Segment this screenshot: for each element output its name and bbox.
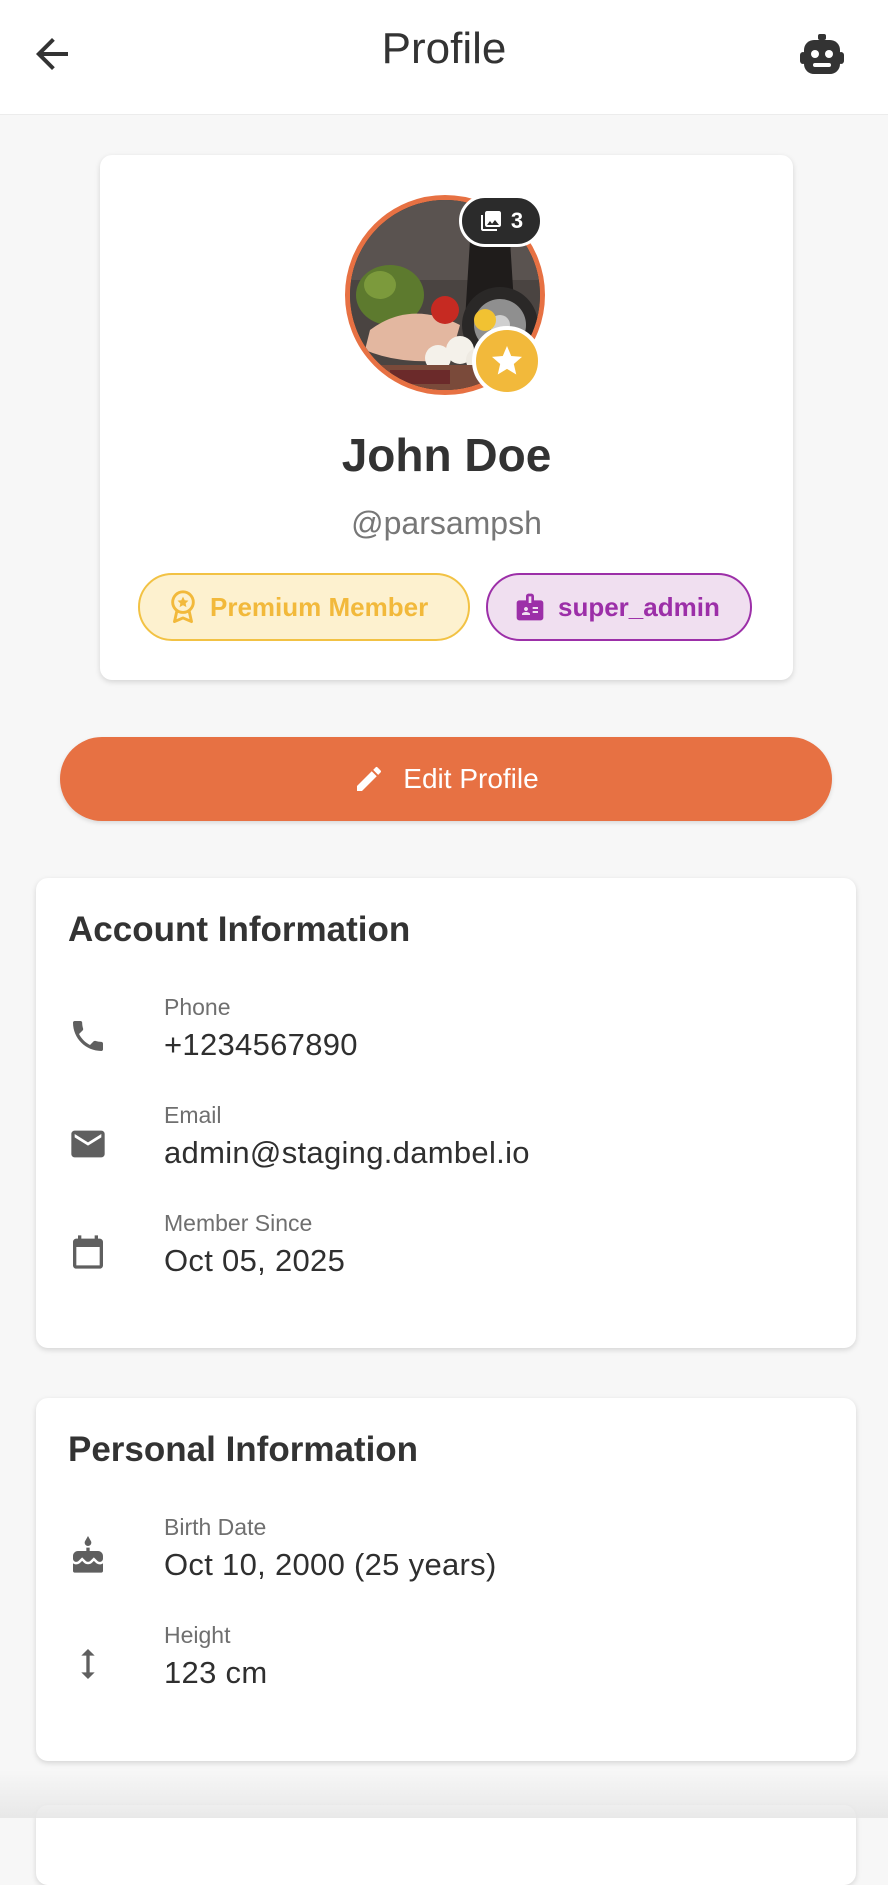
edit-profile-label: Edit Profile (403, 763, 539, 794)
account-information-card: Account Information Phone +1234567890 Em… (36, 878, 856, 1348)
email-value: admin@staging.dambel.io (164, 1135, 530, 1170)
role-badge: super_admin (486, 573, 752, 641)
role-badge-label: super_admin (558, 591, 720, 622)
info-row-member-since: Member Since Oct 05, 2025 (68, 1210, 828, 1300)
badge-id-icon (516, 593, 544, 621)
edit-profile-button[interactable]: Edit Profile (60, 737, 832, 821)
cake-icon (68, 1536, 108, 1576)
avatar-container: 3 (345, 195, 549, 396)
page-title: Profile (381, 24, 507, 73)
birth-date-value: Oct 10, 2000 (25 years) (164, 1547, 497, 1582)
personal-information-title: Personal Information (68, 1430, 419, 1469)
height-icon (68, 1644, 108, 1684)
member-since-label: Member Since (164, 1210, 313, 1236)
award-icon (171, 590, 195, 624)
profile-card: 3 John Doe @parsampsh Premium Member sup… (100, 155, 793, 680)
photo-library-icon (480, 211, 501, 231)
premium-badge-label: Premium Member (210, 591, 429, 622)
height-label: Height (164, 1622, 231, 1648)
app-bar: Profile (0, 0, 888, 115)
star-icon (492, 346, 522, 375)
info-row-birth-date: Birth Date Oct 10, 2000 (25 years) (68, 1514, 828, 1604)
phone-label: Phone (164, 994, 231, 1020)
photo-count-badge[interactable]: 3 (459, 195, 543, 247)
photo-count: 3 (510, 208, 524, 233)
email-icon (68, 1124, 108, 1164)
info-row-email: Email admin@staging.dambel.io (68, 1102, 828, 1192)
scroll-fade (0, 1770, 888, 1818)
phone-icon (68, 1016, 108, 1056)
edit-pencil-icon (357, 766, 382, 791)
premium-star-badge (472, 326, 542, 396)
profile-name: John Doe (341, 429, 552, 481)
profile-username: @parsampsh (351, 505, 542, 541)
info-row-height: Height 123 cm (68, 1622, 828, 1712)
phone-value: +1234567890 (164, 1027, 358, 1062)
robot-icon[interactable] (798, 32, 846, 80)
member-since-value: Oct 05, 2025 (164, 1243, 346, 1278)
calendar-icon (68, 1232, 108, 1272)
height-value: 123 cm (164, 1655, 268, 1690)
personal-information-card: Personal Information Birth Date Oct 10, … (36, 1398, 856, 1761)
premium-member-badge: Premium Member (138, 573, 470, 641)
info-row-phone: Phone +1234567890 (68, 994, 828, 1084)
account-information-title: Account Information (68, 910, 411, 949)
birth-date-label: Birth Date (164, 1514, 267, 1540)
email-label: Email (164, 1102, 222, 1128)
